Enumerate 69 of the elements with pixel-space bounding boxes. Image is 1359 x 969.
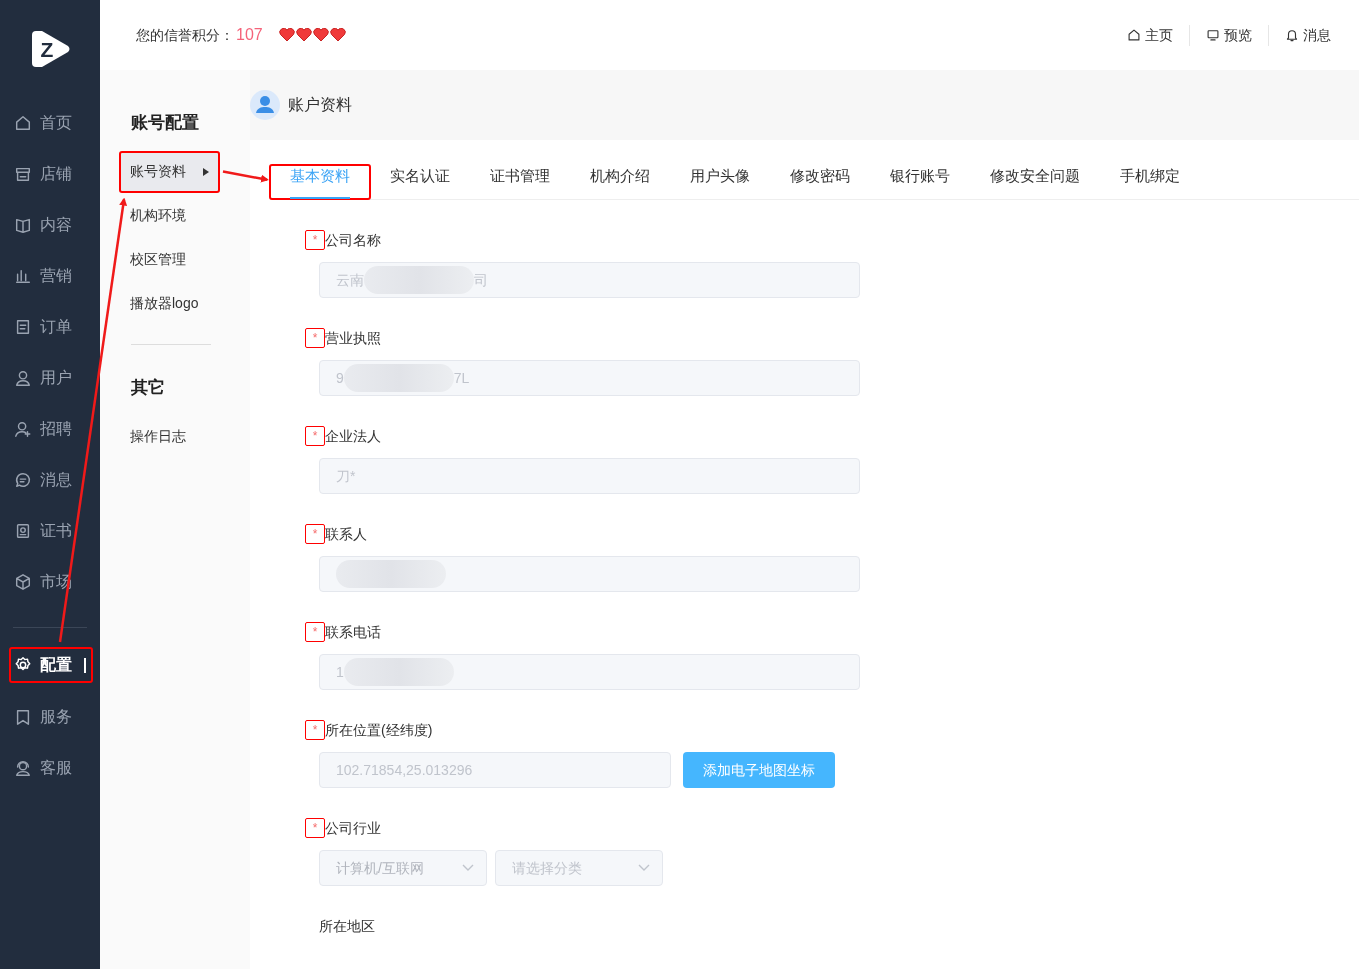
home-icon — [1127, 28, 1141, 42]
required-mark: * — [305, 818, 325, 838]
required-mark: * — [305, 426, 325, 446]
sidebar-item[interactable]: 内容 — [0, 199, 100, 250]
home-icon — [14, 113, 32, 132]
sidebar-item[interactable]: 首页 — [0, 97, 100, 148]
sidebar-item[interactable]: 证书 — [0, 505, 100, 556]
sidebar-item[interactable]: 客服 — [0, 742, 100, 793]
subnav-item[interactable]: 机构环境 — [120, 195, 219, 236]
certificate-icon — [14, 521, 32, 540]
field-label: 公司行业 — [325, 818, 381, 838]
heart-icon — [295, 28, 312, 42]
avatar-icon — [250, 90, 280, 120]
sidebar-item[interactable]: 用户 — [0, 352, 100, 403]
subnav-item[interactable]: 校区管理 — [120, 239, 219, 280]
header-link[interactable]: 主页 — [1111, 24, 1189, 46]
sidebar-item[interactable]: 营销 — [0, 250, 100, 301]
field-label: 企业法人 — [325, 426, 381, 446]
sidebar-item[interactable]: 配置 — [10, 648, 92, 682]
sidebar-item[interactable]: 招聘 — [0, 403, 100, 454]
caret-icon — [203, 167, 209, 176]
sidebar-item[interactable]: 订单 — [0, 301, 100, 352]
required-mark: * — [305, 230, 325, 250]
tab[interactable]: 银行账号 — [870, 164, 970, 199]
field-label: 营业执照 — [325, 328, 381, 348]
header-link[interactable]: 预览 — [1189, 24, 1268, 46]
document-icon — [14, 317, 32, 336]
chat-icon — [14, 470, 32, 489]
credit-label: 您的信誉积分： — [136, 25, 234, 45]
sidebar-item[interactable]: 服务 — [0, 691, 100, 742]
sidebar-item[interactable]: 店铺 — [0, 148, 100, 199]
tab[interactable]: 机构介绍 — [570, 164, 670, 199]
tab[interactable]: 证书管理 — [470, 164, 570, 199]
bookmark-icon — [14, 707, 32, 726]
chevron-down-icon — [638, 864, 650, 872]
user-icon — [14, 368, 32, 387]
tab[interactable]: 手机绑定 — [1100, 164, 1200, 199]
heart-icon — [278, 28, 295, 42]
field-label: 联系电话 — [325, 622, 381, 642]
field-label: 所在位置(经纬度) — [325, 720, 433, 740]
section-heading: 其它 — [130, 376, 166, 399]
heart-icon — [329, 28, 346, 42]
tab[interactable]: 修改安全问题 — [970, 164, 1100, 199]
field-label: 公司名称 — [325, 230, 381, 250]
required-mark: * — [305, 524, 325, 544]
tab[interactable]: 修改密码 — [770, 164, 870, 199]
required-mark: * — [305, 720, 325, 740]
monitor-icon — [1206, 28, 1220, 42]
chevron-down-icon — [462, 864, 474, 872]
add-user-icon — [14, 419, 32, 438]
sidebar-item[interactable]: 消息 — [0, 454, 100, 505]
field-label: 所在地区 — [319, 916, 375, 936]
section-heading: 账号配置 — [130, 112, 200, 134]
cube-icon — [14, 572, 32, 591]
tab[interactable]: 用户头像 — [670, 164, 770, 199]
tab[interactable]: 实名认证 — [370, 164, 470, 199]
subnav-item[interactable]: 操作日志 — [120, 416, 219, 456]
bell-icon — [1285, 28, 1299, 42]
credit-score: 107 — [236, 25, 263, 45]
required-mark: * — [305, 328, 325, 348]
heart-icon — [312, 28, 329, 42]
required-mark: * — [305, 622, 325, 642]
field-label: 联系人 — [325, 524, 367, 544]
subnav-item[interactable]: 账号资料 — [120, 151, 219, 192]
header-link[interactable]: 消息 — [1268, 24, 1347, 46]
subnav-item[interactable]: 播放器logo — [120, 283, 219, 324]
selection-indicator — [84, 657, 86, 673]
headset-icon — [14, 758, 32, 777]
page-title: 账户资料 — [288, 95, 352, 115]
